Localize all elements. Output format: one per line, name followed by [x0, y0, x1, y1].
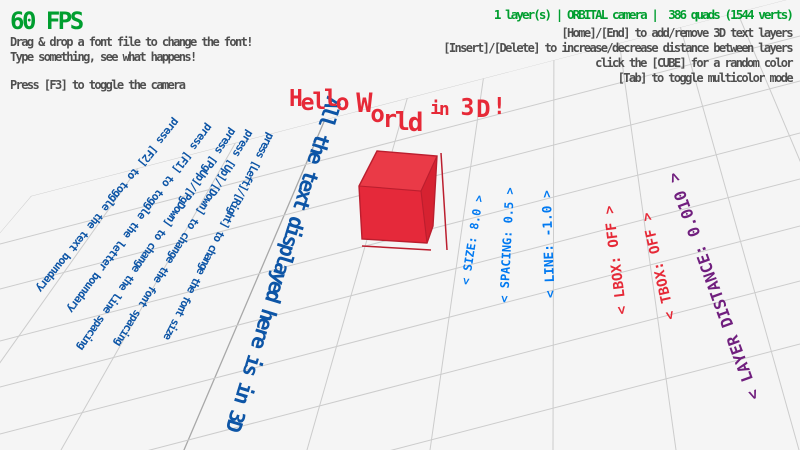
instruction-toggle-camera: Press [F3] to toggle the camera	[10, 79, 184, 91]
instruction-layers: [Home]/[End] to add/remove 3D text layer…	[561, 27, 792, 39]
instruction-drag-drop: Drag & drop a font file to change the fo…	[10, 36, 252, 48]
wave-char: l	[324, 88, 336, 111]
wave-char: 3	[460, 97, 472, 120]
wave-char: i	[430, 100, 439, 118]
wave-char: D	[476, 97, 488, 121]
app-window: All the text displayed here is in 3Dpres…	[0, 0, 800, 450]
instruction-type: Type something, see what happens!	[10, 51, 196, 63]
fps-counter: 60 FPS	[10, 9, 82, 33]
cube-wire-right	[441, 153, 447, 250]
wave-char: n	[439, 101, 448, 119]
wave-char: r	[383, 107, 395, 131]
instruction-layer-distance: [Insert]/[Delete] to increase/decrease d…	[443, 42, 792, 54]
wave-char: H	[289, 88, 301, 111]
cube-front-face	[359, 186, 427, 243]
instruction-multicolor: [Tab] to toggle multicolor mode	[618, 72, 792, 84]
cube-wire-bottom	[362, 246, 431, 250]
wave-char: d	[408, 110, 421, 136]
wave-char: l	[312, 91, 324, 114]
wave-char: o	[370, 102, 382, 126]
wave-char: !	[492, 96, 504, 119]
instruction-cube-color: click the [CUBE] for a random color	[595, 57, 792, 69]
wave-char: o	[336, 92, 348, 115]
wave-char: W	[356, 90, 370, 117]
stats-line: 1 layer(s) | ORBITAL camera | 386 quads …	[494, 9, 792, 22]
wave-char: e	[301, 92, 313, 115]
wave-char: l	[395, 109, 408, 134]
red-cube[interactable]	[359, 151, 447, 250]
wave-text: Hello World in 3D!	[289, 88, 504, 115]
